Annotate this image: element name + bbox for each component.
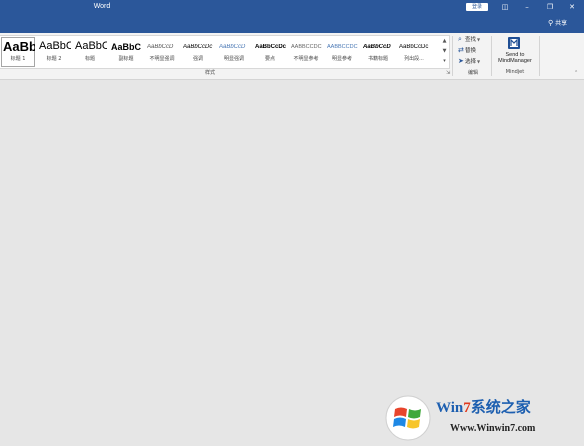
style-subtitle[interactable]: AaBbC 副标题 <box>108 36 144 68</box>
style-label: 书籍标题 <box>367 56 388 62</box>
style-label: 标题 2 <box>46 56 62 62</box>
close-icon[interactable]: ✕ <box>565 2 579 12</box>
style-preview: AABBCCDC <box>291 44 322 50</box>
style-label: 不明显强调 <box>149 56 175 62</box>
style-label: 不明显参考 <box>293 56 319 62</box>
style-label: 副标题 <box>118 56 134 62</box>
divider <box>491 36 492 76</box>
title-bar: Word 登录 ◫ – ❐ ✕ ⚲ 共享 <box>0 0 584 33</box>
style-label: 明显参考 <box>331 56 352 62</box>
mindmanager-line2: MindManager <box>498 58 532 64</box>
style-preview: AaBbCcD <box>147 44 174 50</box>
style-subtle-reference[interactable]: AABBCCDC 不明显参考 <box>288 36 324 68</box>
ribbon-display-icon[interactable]: ◫ <box>498 2 512 12</box>
style-label: 标题 <box>84 56 95 62</box>
scroll-down-icon[interactable]: ▼ <box>443 46 447 56</box>
style-title[interactable]: AaBbC 标题 <box>72 36 108 68</box>
style-preview: AaBbCcD <box>363 44 391 50</box>
divider <box>452 36 453 76</box>
style-label: 标题 1 <box>10 56 26 62</box>
mindjet-group-label: Mindjet <box>505 69 525 75</box>
style-preview: AaBbCcD <box>219 44 246 50</box>
restore-icon[interactable]: ❐ <box>543 2 557 12</box>
style-heading1[interactable]: AaBb 标题 1 <box>0 36 36 68</box>
style-preview: AaBbC <box>111 42 142 52</box>
select-arrow-icon: ➤ <box>458 57 464 65</box>
style-preview: AaBbCcDc <box>183 44 213 50</box>
style-label: 明显强调 <box>223 56 244 62</box>
style-label: 要点 <box>264 56 275 62</box>
watermark-brand-b: 系统之家 <box>470 400 531 416</box>
watermark: Win7系统之家 Www.Winwin7.com <box>384 394 580 444</box>
windows-logo-icon <box>385 395 431 441</box>
style-preview: AaBb <box>3 39 35 54</box>
select-label: 选择 <box>465 59 477 65</box>
share-label: 共享 <box>555 20 568 27</box>
watermark-brand-a: Win <box>436 400 464 416</box>
style-intense-reference[interactable]: AABBCCDC 明显参考 <box>324 36 360 68</box>
replace-icon: ⇄ <box>458 46 464 54</box>
watermark-brand: Win7系统之家 <box>436 396 531 417</box>
style-heading2[interactable]: AaBbC 标题 2 <box>36 36 72 68</box>
gallery-scroll: ▲ ▼ ▾ <box>440 35 450 69</box>
replace-button[interactable]: ⇄替换 <box>458 46 476 56</box>
divider <box>539 36 540 76</box>
style-book-title[interactable]: AaBbCcD 书籍标题 <box>360 36 396 68</box>
mindmanager-icon <box>508 37 520 49</box>
find-button[interactable]: ⌕ 查找▼ <box>458 35 480 45</box>
window-title: Word <box>93 3 111 10</box>
style-strong[interactable]: AaBbCcDc 要点 <box>252 36 288 68</box>
style-preview: AaBbCcDc <box>255 44 287 50</box>
collapse-ribbon-icon[interactable]: ⌃ <box>574 70 578 76</box>
style-label: 列出段... <box>404 56 424 62</box>
styles-dialog-launcher-icon[interactable]: ⇲ <box>446 70 450 76</box>
scroll-up-icon[interactable]: ▲ <box>443 36 447 46</box>
editing-group: ⌕ 查找▼ ⇄替换 ➤选择▼ <box>456 35 490 69</box>
styles-gallery: AaBb 标题 1 AaBbC 标题 2 AaBbC 标题 AaBbC 副标题 … <box>0 35 441 69</box>
style-emphasis[interactable]: AaBbCcDc 强调 <box>180 36 216 68</box>
mindmanager-label: Send to MindManager <box>493 52 537 64</box>
watermark-url: Www.Winwin7.com <box>450 423 536 434</box>
share-button[interactable]: ⚲ 共享 <box>548 18 567 27</box>
styles-group-label: 样式 <box>204 70 215 76</box>
style-list-paragraph[interactable]: AaBbCcDc 列出段... <box>396 36 432 68</box>
sign-in-button[interactable]: 登录 <box>466 3 488 11</box>
chevron-down-icon: ▼ <box>477 59 481 64</box>
style-preview: AaBbCcDc <box>399 44 429 50</box>
style-preview: AABBCCDC <box>327 44 358 50</box>
gallery-more-icon[interactable]: ▾ <box>443 56 446 66</box>
search-icon: ⌕ <box>458 35 462 43</box>
share-person-icon: ⚲ <box>548 19 554 27</box>
ribbon: AaBb 标题 1 AaBbC 标题 2 AaBbC 标题 AaBbC 副标题 … <box>0 33 584 80</box>
style-preview: AaBbC <box>75 40 107 52</box>
style-preview: AaBbC <box>39 40 71 52</box>
editing-group-label: 编辑 <box>467 70 478 76</box>
document-canvas <box>0 80 584 446</box>
style-subtle-emphasis[interactable]: AaBbCcD 不明显强调 <box>144 36 180 68</box>
select-button[interactable]: ➤选择▼ <box>458 57 480 67</box>
minimize-icon[interactable]: – <box>520 2 534 12</box>
replace-label: 替换 <box>465 48 477 54</box>
watermark-brand-seven: 7 <box>463 400 471 416</box>
chevron-down-icon: ▼ <box>477 37 481 42</box>
send-to-mindmanager-button[interactable]: Send to MindManager <box>493 35 537 69</box>
find-label: 查找 <box>465 37 477 43</box>
style-label: 强调 <box>192 56 203 62</box>
style-intense-emphasis[interactable]: AaBbCcD 明显强调 <box>216 36 252 68</box>
